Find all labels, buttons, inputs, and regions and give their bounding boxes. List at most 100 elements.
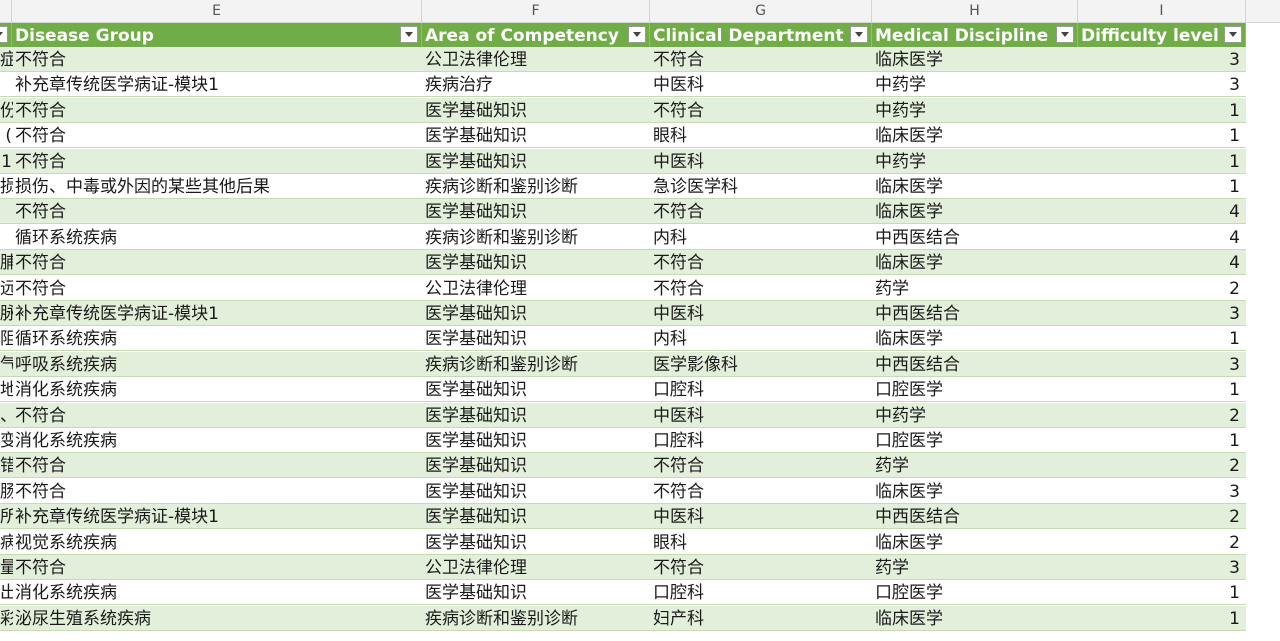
cell-medical-discipline[interactable]: 中西医结合 [872, 352, 1078, 377]
cell-area-of-competency[interactable]: 医学基础知识 [422, 199, 650, 224]
cell-clinical-department[interactable]: 中医科 [650, 504, 872, 529]
column-letter-i[interactable]: I [1078, 0, 1246, 22]
cell-difficulty-level[interactable]: 2 [1078, 403, 1246, 428]
empty-sheet-area[interactable] [1246, 23, 1280, 641]
cell-area-of-competency[interactable]: 疾病治疗 [422, 72, 650, 97]
cell-difficulty-level[interactable]: 1 [1078, 174, 1246, 199]
cell-clinical-department[interactable]: 内科 [650, 326, 872, 351]
cell-clinical-department[interactable]: 不符合 [650, 47, 872, 72]
cell-clinical-department[interactable]: 口腔科 [650, 377, 872, 402]
cell-difficulty-level[interactable]: 1 [1078, 606, 1246, 631]
cell-area-of-competency[interactable]: 疾病诊断和鉴别诊断 [422, 606, 650, 631]
cell-disease-group[interactable]: 呼吸系统疾病 [12, 352, 422, 377]
cell-disease-group[interactable]: 不符合 [12, 250, 422, 275]
cell-medical-discipline[interactable]: 中西医结合 [872, 504, 1078, 529]
cell-area-of-competency[interactable]: 医学基础知识 [422, 123, 650, 148]
cell-difficulty-level[interactable]: 1 [1078, 377, 1246, 402]
cell-disease-group[interactable]: 循环系统疾病 [12, 326, 422, 351]
cell-area-of-competency[interactable]: 医学基础知识 [422, 428, 650, 453]
cell-clinical-department[interactable]: 中医科 [650, 403, 872, 428]
cell-clinical-department[interactable]: 不符合 [650, 276, 872, 301]
cell-area-of-competency[interactable]: 公卫法律伦理 [422, 276, 650, 301]
filter-dropdown-icon[interactable] [400, 26, 418, 43]
cell-medical-discipline[interactable]: 口腔医学 [872, 580, 1078, 605]
cell-medical-discipline[interactable]: 药学 [872, 276, 1078, 301]
cell-area-of-competency[interactable]: 医学基础知识 [422, 326, 650, 351]
cell-clinical-department[interactable]: 不符合 [650, 555, 872, 580]
cell-difficulty-level[interactable]: 1 [1078, 123, 1246, 148]
cell-difficulty-level[interactable]: 3 [1078, 72, 1246, 97]
filter-dropdown-icon[interactable] [1224, 26, 1242, 43]
cell-area-of-competency[interactable]: 医学基础知识 [422, 580, 650, 605]
cell-difficulty-level[interactable]: 2 [1078, 453, 1246, 478]
cell-medical-discipline[interactable]: 临床医学 [872, 47, 1078, 72]
cell-disease-group[interactable]: 补充章传统医学病证-模块1 [12, 301, 422, 326]
cell-disease-group[interactable]: 不符合 [12, 98, 422, 123]
cell-area-of-competency[interactable]: 公卫法律伦理 [422, 555, 650, 580]
cell-disease-group[interactable]: 不符合 [12, 555, 422, 580]
cell-clinical-department[interactable]: 不符合 [650, 250, 872, 275]
cell-clinical-department[interactable]: 内科 [650, 225, 872, 250]
cell-difficulty-level[interactable]: 2 [1078, 504, 1246, 529]
cell-area-of-competency[interactable]: 疾病诊断和鉴别诊断 [422, 352, 650, 377]
cell-area-of-competency[interactable]: 医学基础知识 [422, 301, 650, 326]
cell-difficulty-level[interactable]: 4 [1078, 199, 1246, 224]
cell-clinical-department[interactable]: 中医科 [650, 301, 872, 326]
column-letter-d[interactable] [0, 0, 12, 22]
cell-medical-discipline[interactable]: 中药学 [872, 98, 1078, 123]
cell-medical-discipline[interactable]: 临床医学 [872, 606, 1078, 631]
cell-disease-group[interactable]: 不符合 [12, 123, 422, 148]
cell-area-of-competency[interactable]: 医学基础知识 [422, 149, 650, 174]
cell-difficulty-level[interactable]: 2 [1078, 276, 1246, 301]
column-letter-e[interactable]: E [12, 0, 422, 22]
cell-disease-group[interactable]: 补充章传统医学病证-模块1 [12, 504, 422, 529]
cell-clinical-department[interactable]: 急诊医学科 [650, 174, 872, 199]
cell-medical-discipline[interactable]: 药学 [872, 555, 1078, 580]
cell-medical-discipline[interactable]: 中药学 [872, 149, 1078, 174]
cell-difficulty-level[interactable]: 1 [1078, 428, 1246, 453]
cell-clinical-department[interactable]: 不符合 [650, 199, 872, 224]
cell-disease-group[interactable]: 消化系统疾病 [12, 580, 422, 605]
cell-disease-group[interactable]: 不符合 [12, 199, 422, 224]
cell-disease-group[interactable]: 不符合 [12, 276, 422, 301]
cell-clinical-department[interactable]: 不符合 [650, 453, 872, 478]
cell-disease-group[interactable]: 视觉系统疾病 [12, 530, 422, 555]
cell-disease-group[interactable]: 不符合 [12, 479, 422, 504]
cell-disease-group[interactable]: 不符合 [12, 47, 422, 72]
cell-medical-discipline[interactable]: 临床医学 [872, 479, 1078, 504]
cell-clinical-department[interactable]: 不符合 [650, 98, 872, 123]
cell-area-of-competency[interactable]: 医学基础知识 [422, 98, 650, 123]
cell-difficulty-level[interactable]: 3 [1078, 352, 1246, 377]
cell-clinical-department[interactable]: 口腔科 [650, 580, 872, 605]
cell-medical-discipline[interactable]: 临床医学 [872, 250, 1078, 275]
cell-disease-group[interactable]: 泌尿生殖系统疾病 [12, 606, 422, 631]
cell-difficulty-level[interactable]: 1 [1078, 98, 1246, 123]
cell-disease-group[interactable]: 不符合 [12, 149, 422, 174]
cell-disease-group[interactable]: 补充章传统医学病证-模块1 [12, 72, 422, 97]
cell-medical-discipline[interactable]: 临床医学 [872, 123, 1078, 148]
header-cell-partial[interactable] [0, 23, 12, 47]
cell-clinical-department[interactable]: 中医科 [650, 72, 872, 97]
cell-difficulty-level[interactable]: 2 [1078, 530, 1246, 555]
cell-medical-discipline[interactable]: 临床医学 [872, 326, 1078, 351]
cell-disease-group[interactable]: 消化系统疾病 [12, 377, 422, 402]
filter-dropdown-icon[interactable] [0, 26, 8, 43]
cell-disease-group[interactable]: 循环系统疾病 [12, 225, 422, 250]
cell-difficulty-level[interactable]: 3 [1078, 301, 1246, 326]
cell-difficulty-level[interactable]: 1 [1078, 326, 1246, 351]
filter-dropdown-icon[interactable] [1056, 26, 1074, 43]
cell-difficulty-level[interactable]: 3 [1078, 555, 1246, 580]
filter-dropdown-icon[interactable] [850, 26, 868, 43]
cell-difficulty-level[interactable]: 1 [1078, 149, 1246, 174]
cell-medical-discipline[interactable]: 中西医结合 [872, 225, 1078, 250]
cell-area-of-competency[interactable]: 医学基础知识 [422, 530, 650, 555]
cell-clinical-department[interactable]: 不符合 [650, 479, 872, 504]
cell-medical-discipline[interactable]: 中药学 [872, 403, 1078, 428]
cell-medical-discipline[interactable]: 临床医学 [872, 199, 1078, 224]
cell-disease-group[interactable]: 消化系统疾病 [12, 428, 422, 453]
header-difficulty-level[interactable]: Difficulty level [1078, 23, 1246, 47]
header-medical-discipline[interactable]: Medical Discipline [872, 23, 1078, 47]
cell-medical-discipline[interactable]: 中西医结合 [872, 301, 1078, 326]
cell-medical-discipline[interactable]: 药学 [872, 453, 1078, 478]
cell-medical-discipline[interactable]: 口腔医学 [872, 377, 1078, 402]
